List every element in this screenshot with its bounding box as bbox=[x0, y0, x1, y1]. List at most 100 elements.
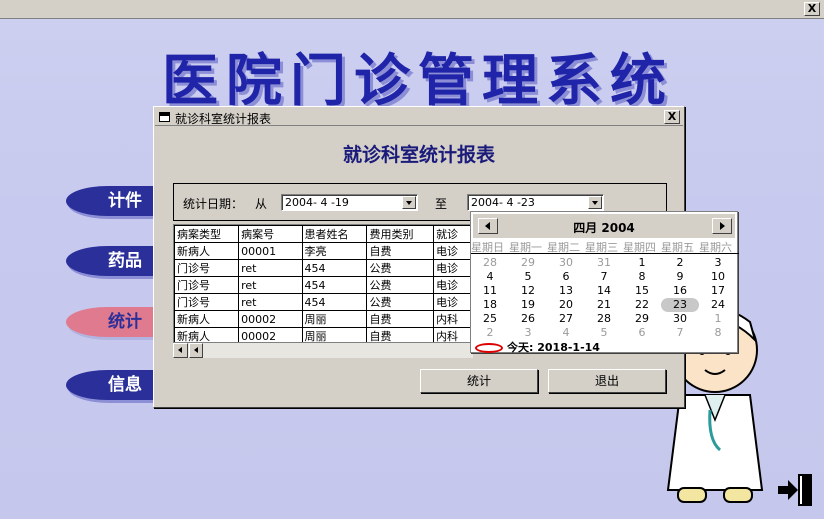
calendar-day-selected[interactable]: 23 bbox=[661, 298, 699, 312]
table-cell[interactable]: 公费 bbox=[366, 276, 435, 294]
table-row[interactable]: 门诊号 ret 454 公费 电诊 bbox=[174, 259, 472, 277]
table-cell[interactable]: 公费 bbox=[366, 293, 435, 311]
table-cell[interactable]: ret bbox=[238, 259, 303, 277]
from-date-value: 2004- 4 -19 bbox=[285, 196, 349, 209]
calendar-day[interactable]: 25 bbox=[471, 312, 509, 326]
calendar-day[interactable]: 12 bbox=[509, 284, 547, 298]
calendar-day[interactable]: 28 bbox=[471, 256, 509, 270]
calendar-day[interactable]: 5 bbox=[585, 326, 623, 340]
calendar-day[interactable]: 18 bbox=[471, 298, 509, 312]
table-cell[interactable]: 00002 bbox=[238, 310, 303, 328]
calendar-day[interactable]: 4 bbox=[471, 270, 509, 284]
calendar-day[interactable]: 19 bbox=[509, 298, 547, 312]
calendar-day[interactable]: 6 bbox=[623, 326, 661, 340]
calendar-day[interactable]: 27 bbox=[547, 312, 585, 326]
calendar-day[interactable]: 29 bbox=[509, 256, 547, 270]
table-row[interactable]: 新病人 00001 李亮 自费 电诊 bbox=[174, 242, 472, 260]
next-month-icon[interactable] bbox=[712, 218, 732, 234]
to-date-combo[interactable]: 2004- 4 -23 bbox=[467, 194, 604, 211]
exit-button[interactable]: 退出 bbox=[548, 369, 666, 393]
calendar-day[interactable]: 14 bbox=[585, 284, 623, 298]
table-cell[interactable]: 新病人 bbox=[174, 242, 240, 260]
calendar-day[interactable]: 5 bbox=[509, 270, 547, 284]
column-header[interactable]: 费用类别 bbox=[366, 225, 435, 243]
calendar-day[interactable]: 7 bbox=[661, 326, 699, 340]
calendar-day[interactable]: 3 bbox=[699, 256, 737, 270]
calendar-day[interactable]: 16 bbox=[661, 284, 699, 298]
calendar-day[interactable]: 21 bbox=[585, 298, 623, 312]
table-cell[interactable]: 内科 bbox=[433, 310, 472, 328]
column-header[interactable]: 就诊 bbox=[433, 225, 472, 243]
table-cell[interactable]: 电诊 bbox=[433, 276, 472, 294]
table-cell[interactable]: 454 bbox=[301, 276, 368, 294]
calendar-day[interactable]: 29 bbox=[623, 312, 661, 326]
calendar-day[interactable]: 20 bbox=[547, 298, 585, 312]
report-grid[interactable]: 病案类型 病案号 患者姓名 费用类别 就诊 新病人 00001 李亮 自费 电诊 门诊号 r… bbox=[173, 224, 473, 358]
chevron-down-icon[interactable] bbox=[588, 196, 602, 209]
calendar-day[interactable]: 1 bbox=[623, 256, 661, 270]
calendar-day[interactable]: 24 bbox=[699, 298, 737, 312]
window-close-button[interactable]: X bbox=[804, 2, 820, 16]
calendar-day[interactable]: 31 bbox=[585, 256, 623, 270]
calendar-day[interactable]: 4 bbox=[547, 326, 585, 340]
weekday-label: 星期日 bbox=[471, 241, 504, 254]
calendar-day[interactable]: 3 bbox=[509, 326, 547, 340]
horizontal-scrollbar[interactable] bbox=[173, 342, 473, 358]
calendar-day[interactable]: 26 bbox=[509, 312, 547, 326]
dialog-close-button[interactable]: X bbox=[664, 110, 680, 124]
calendar-day[interactable]: 22 bbox=[623, 298, 661, 312]
calendar-day[interactable]: 6 bbox=[547, 270, 585, 284]
calendar-day[interactable]: 8 bbox=[623, 270, 661, 284]
calendar-day[interactable]: 15 bbox=[623, 284, 661, 298]
table-cell[interactable]: 电诊 bbox=[433, 259, 472, 277]
calendar-day[interactable]: 8 bbox=[699, 326, 737, 340]
side-button-info[interactable]: 信息 bbox=[66, 370, 166, 400]
chevron-down-icon[interactable] bbox=[402, 196, 416, 209]
scroll-thumb[interactable] bbox=[189, 343, 203, 358]
table-cell[interactable]: 电诊 bbox=[433, 293, 472, 311]
calendar-day[interactable]: 7 bbox=[585, 270, 623, 284]
calendar-day[interactable]: 2 bbox=[471, 326, 509, 340]
calendar-day[interactable]: 10 bbox=[699, 270, 737, 284]
from-label: 从 bbox=[255, 197, 268, 211]
calendar-today-link[interactable]: 今天: 2018-1-14 bbox=[475, 339, 600, 355]
table-cell[interactable]: 新病人 bbox=[174, 310, 240, 328]
table-cell[interactable]: 门诊号 bbox=[174, 276, 240, 294]
side-button-statistics[interactable]: 统计 bbox=[66, 307, 166, 337]
table-cell[interactable]: 454 bbox=[301, 259, 368, 277]
calendar-day[interactable]: 13 bbox=[547, 284, 585, 298]
table-cell[interactable]: ret bbox=[238, 293, 303, 311]
column-header[interactable]: 病案号 bbox=[238, 225, 303, 243]
calendar-day[interactable]: 1 bbox=[699, 312, 737, 326]
column-header[interactable]: 患者姓名 bbox=[301, 225, 368, 243]
table-row[interactable]: 新病人 00002 周丽 自费 内科 bbox=[174, 310, 472, 328]
calendar-day[interactable]: 28 bbox=[585, 312, 623, 326]
table-cell[interactable]: 门诊号 bbox=[174, 259, 240, 277]
column-header[interactable]: 病案类型 bbox=[174, 225, 240, 243]
calendar-day[interactable]: 30 bbox=[547, 256, 585, 270]
table-cell[interactable]: 自费 bbox=[366, 242, 435, 260]
table-cell[interactable]: 周丽 bbox=[301, 310, 368, 328]
calendar-day[interactable]: 17 bbox=[699, 284, 737, 298]
side-button-drugs[interactable]: 药品 bbox=[66, 246, 166, 276]
table-cell[interactable]: 454 bbox=[301, 293, 368, 311]
calendar-day[interactable]: 9 bbox=[661, 270, 699, 284]
table-cell[interactable]: ret bbox=[238, 276, 303, 294]
exit-door-icon[interactable] bbox=[776, 470, 816, 510]
table-row[interactable]: 门诊号 ret 454 公费 电诊 bbox=[174, 293, 472, 311]
table-row[interactable]: 门诊号 ret 454 公费 电诊 bbox=[174, 276, 472, 294]
table-cell[interactable]: 电诊 bbox=[433, 242, 472, 260]
table-cell[interactable]: 公费 bbox=[366, 259, 435, 277]
table-cell[interactable]: 李亮 bbox=[301, 242, 368, 260]
table-cell[interactable]: 00001 bbox=[238, 242, 303, 260]
table-cell[interactable]: 自费 bbox=[366, 310, 435, 328]
calendar-day[interactable]: 2 bbox=[661, 256, 699, 270]
table-cell[interactable]: 门诊号 bbox=[174, 293, 240, 311]
calendar-day[interactable]: 30 bbox=[661, 312, 699, 326]
calendar-dropdown[interactable]: 四月 2004 星期日 星期一 星期二 星期三 星期四 星期五 星期六 28 29 30 31 1 2… bbox=[470, 211, 739, 355]
side-button-piecework[interactable]: 计件 bbox=[66, 186, 166, 216]
scroll-left-icon[interactable] bbox=[173, 343, 188, 358]
stats-button[interactable]: 统计 bbox=[420, 369, 538, 393]
from-date-combo[interactable]: 2004- 4 -19 bbox=[281, 194, 418, 211]
calendar-day[interactable]: 11 bbox=[471, 284, 509, 298]
